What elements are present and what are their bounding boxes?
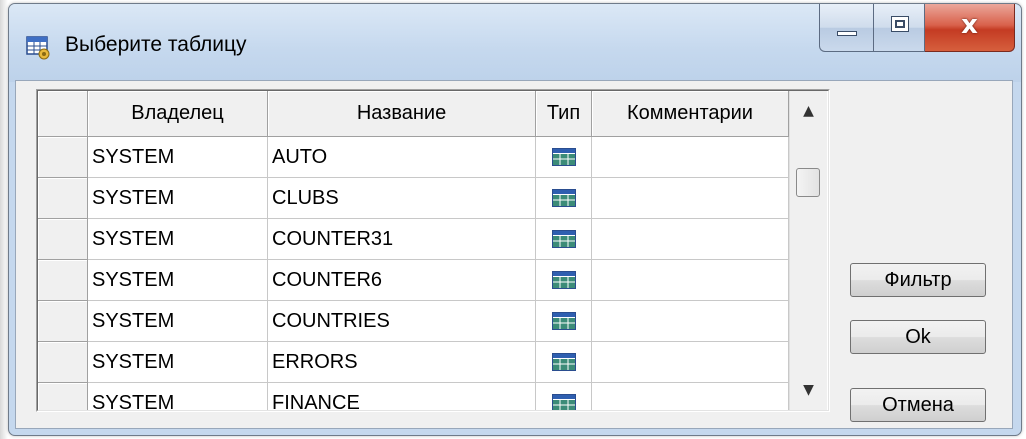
cell-owner[interactable]: SYSTEM (88, 219, 268, 260)
window-controls: x (819, 4, 1015, 52)
cell-owner[interactable]: SYSTEM (88, 342, 268, 383)
table-type-icon (551, 312, 576, 330)
cancel-button[interactable]: Отмена (850, 388, 986, 422)
column-header-name[interactable]: Название (268, 91, 536, 137)
minimize-icon (837, 31, 857, 36)
cell-comment[interactable] (592, 342, 789, 383)
cell-name[interactable]: ERRORS (268, 342, 536, 383)
maximize-icon (891, 16, 909, 32)
scroll-up-arrow-icon[interactable]: ▲ (790, 91, 827, 131)
window-title: Выберите таблицу (65, 33, 247, 56)
grid-viewport: Владелец Название Тип Комментарии SYSTEM… (37, 90, 829, 411)
row-indicator-cell[interactable] (38, 219, 88, 260)
column-header-comments[interactable]: Комментарии (592, 91, 789, 137)
row-indicator-cell[interactable] (38, 342, 88, 383)
table-grid-icon (26, 36, 50, 60)
cell-comment[interactable] (592, 383, 789, 410)
cell-owner[interactable]: SYSTEM (88, 301, 268, 342)
cell-name[interactable]: COUNTRIES (268, 301, 536, 342)
row-indicator-cell[interactable] (38, 178, 88, 219)
scroll-down-arrow-icon[interactable]: ▼ (790, 370, 827, 410)
tables-grid[interactable]: Владелец Название Тип Комментарии SYSTEM… (36, 89, 830, 412)
table-row[interactable]: SYSTEM COUNTER31 (38, 219, 789, 260)
cell-comment[interactable] (592, 178, 789, 219)
scrollbar-thumb[interactable] (796, 168, 820, 197)
row-indicator-cell[interactable] (38, 260, 88, 301)
title-bar[interactable]: Выберите таблицу x (9, 4, 1021, 82)
grid-rows: SYSTEM AUTO SYSTEM CLUBS SYSTEM COUNTER31 SYST… (38, 137, 789, 410)
header-indicator-cell (38, 91, 88, 137)
cell-name[interactable]: CLUBS (268, 178, 536, 219)
table-row[interactable]: SYSTEM AUTO (38, 137, 789, 178)
table-row[interactable]: SYSTEM CLUBS (38, 178, 789, 219)
column-header-type[interactable]: Тип (536, 91, 592, 137)
cell-name[interactable]: COUNTER6 (268, 260, 536, 301)
cell-type[interactable] (536, 260, 592, 301)
cell-type[interactable] (536, 137, 592, 178)
cell-type[interactable] (536, 219, 592, 260)
cell-type[interactable] (536, 383, 592, 410)
cell-owner[interactable]: SYSTEM (88, 178, 268, 219)
table-type-icon (551, 230, 576, 248)
cell-type[interactable] (536, 301, 592, 342)
cell-owner[interactable]: SYSTEM (88, 260, 268, 301)
cell-name[interactable]: FINANCE (268, 383, 536, 410)
table-type-icon (551, 394, 576, 410)
cell-owner[interactable]: SYSTEM (88, 383, 268, 410)
table-type-icon (551, 189, 576, 207)
table-row[interactable]: SYSTEM COUNTER6 (38, 260, 789, 301)
table-type-icon (551, 271, 576, 289)
row-indicator-cell[interactable] (38, 301, 88, 342)
close-icon: x (961, 10, 978, 40)
table-row[interactable]: SYSTEM COUNTRIES (38, 301, 789, 342)
table-row[interactable]: SYSTEM FINANCE (38, 383, 789, 410)
row-indicator-cell[interactable] (38, 137, 88, 178)
cell-comment[interactable] (592, 137, 789, 178)
cell-owner[interactable]: SYSTEM (88, 137, 268, 178)
cell-comment[interactable] (592, 301, 789, 342)
table-type-icon (551, 353, 576, 371)
close-button[interactable]: x (925, 4, 1015, 52)
cell-type[interactable] (536, 178, 592, 219)
background-window-edge (0, 0, 8, 439)
maximize-button[interactable] (873, 4, 925, 52)
table-row[interactable]: SYSTEM ERRORS (38, 342, 789, 383)
cell-name[interactable]: COUNTER31 (268, 219, 536, 260)
cell-comment[interactable] (592, 260, 789, 301)
dialog-window: Выберите таблицу x Владелец Название Тип… (8, 3, 1022, 436)
column-header-owner[interactable]: Владелец (88, 91, 268, 137)
filter-button[interactable]: Фильтр (850, 263, 986, 297)
row-indicator-cell[interactable] (38, 383, 88, 410)
dialog-client-area: Владелец Название Тип Комментарии SYSTEM… (15, 80, 1013, 429)
cell-comment[interactable] (592, 219, 789, 260)
minimize-button[interactable] (819, 4, 873, 52)
ok-button[interactable]: Ok (850, 320, 986, 354)
cell-type[interactable] (536, 342, 592, 383)
table-type-icon (551, 148, 576, 166)
vertical-scrollbar[interactable]: ▲ ▼ (789, 91, 827, 410)
cell-name[interactable]: AUTO (268, 137, 536, 178)
grid-header: Владелец Название Тип Комментарии (38, 91, 789, 137)
